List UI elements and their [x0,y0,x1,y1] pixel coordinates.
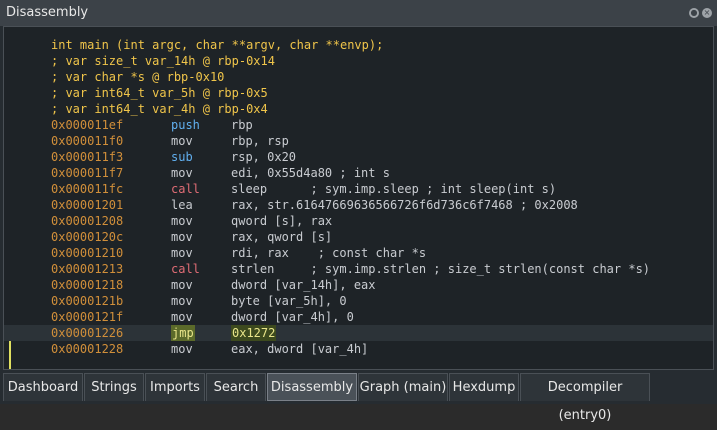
instruction-list: 0x000011ef push rbp 0x000011f0 mov rbp, rsp 0x… [4,117,713,357]
instruction-row[interactable]: 0x00001208 mov qword [s], rax [4,213,713,229]
instruction-address: 0x00001226 [51,326,124,340]
instruction-address: 0x00001228 [51,342,124,356]
var-line: ; var size_t var_14h @ rbp-0x14 [4,53,713,69]
instruction-mnemonic: mov [171,246,193,260]
instruction-mnemonic: push [171,118,200,132]
instruction-row[interactable]: 0x00001213 call strlen ; sym.imp.strlen ; … [4,261,713,277]
tab-disassembly[interactable]: Disassembly [267,373,357,401]
instruction-mnemonic: mov [171,214,193,228]
instruction-operands: rbp, rsp [231,134,289,148]
var-text: ; var int64_t var_4h @ rbp-0x4 [51,102,268,116]
instruction-address: 0x000011f7 [51,166,124,180]
tab-search[interactable]: Search [206,373,266,401]
instruction-row[interactable]: 0x00001226 jmp 0x1272 [4,325,713,341]
var-line: ; var int64_t var_5h @ rbp-0x5 [4,85,713,101]
instruction-address: 0x000011f0 [51,134,124,148]
instruction-row[interactable]: 0x00001228 mov eax, dword [var_4h] [4,341,713,357]
code-view: int main (int argc, char **argv, char **… [4,37,713,357]
instruction-mnemonic: call [171,262,200,276]
instruction-mnemonic: mov [171,278,193,292]
var-text: ; var size_t var_14h @ rbp-0x14 [51,54,275,68]
instruction-row[interactable]: 0x0000121f mov dword [var_4h], 0 [4,309,713,325]
instruction-mnemonic: lea [171,198,193,212]
close-icon[interactable]: × [702,8,712,18]
instruction-row[interactable]: 0x00001218 mov dword [var_14h], eax [4,277,713,293]
instruction-mnemonic: call [171,182,200,196]
instruction-mnemonic: jmp [171,325,195,341]
instruction-operands: 0x1272 [231,325,277,341]
instruction-row[interactable]: 0x000011ef push rbp [4,117,713,133]
instruction-address: 0x000011f3 [51,150,124,164]
titlebar: Disassembly ● × [0,0,717,26]
instruction-operands: edi, 0x55d4a80 ; int s [231,166,390,180]
tab-dashboard[interactable]: Dashboard [3,373,83,401]
instruction-operands: dword [var_4h], 0 [231,310,354,324]
instruction-operands: dword [var_14h], eax [231,278,376,292]
var-line: ; var int64_t var_4h @ rbp-0x4 [4,101,713,117]
instruction-row[interactable]: 0x00001210 mov rdi, rax ; const char *s [4,245,713,261]
instruction-mnemonic: mov [171,342,193,356]
var-line: ; var char *s @ rbp-0x10 [4,69,713,85]
instruction-operands: sleep ; sym.imp.sleep ; int sleep(int s) [231,182,557,196]
instruction-operands: rdi, rax ; const char *s [231,246,427,260]
instruction-row[interactable]: 0x000011fc call sleep ; sym.imp.sleep ; in… [4,181,713,197]
var-text: ; var int64_t var_5h @ rbp-0x5 [51,86,268,100]
signature-text: int main (int argc, char **argv, char **… [51,38,384,52]
instruction-address: 0x0000121f [51,310,124,324]
instruction-operands: rbp [231,118,253,132]
instruction-address: 0x00001201 [51,198,124,212]
tab-hexdump[interactable]: Hexdump [449,373,519,401]
instruction-row[interactable]: 0x000011f3 sub rsp, 0x20 [4,149,713,165]
instruction-mnemonic: mov [171,310,193,324]
instruction-operands: rax, qword [s] [231,230,333,244]
instruction-row[interactable]: 0x000011f7 mov edi, 0x55d4a80 ; int s [4,165,713,181]
disassembly-panel[interactable]: int main (int argc, char **argv, char **… [3,26,714,370]
tab-decompiler-entry0[interactable]: Decompiler (entry0) [520,373,650,423]
tab-strings[interactable]: Strings [84,373,144,401]
instruction-address: 0x00001213 [51,262,124,276]
instruction-row[interactable]: 0x00001201 lea rax, str.61647669636566726f… [4,197,713,213]
instruction-mnemonic: mov [171,230,193,244]
tab-bar: Dashboard Strings Imports Search Disassembly… [0,372,717,423]
instruction-operands: strlen ; sym.imp.strlen ; size_t strlen(… [231,262,651,276]
instruction-mnemonic: mov [171,134,193,148]
instruction-operands: byte [var_5h], 0 [231,294,347,308]
instruction-address: 0x000011fc [51,182,124,196]
instruction-operands: eax, dword [var_4h] [231,342,369,356]
disassembly-window: Disassembly ● × int main (int argc, char… [0,0,717,423]
instruction-row[interactable]: 0x0000120c mov rax, qword [s] [4,229,713,245]
instruction-operands: qword [s], rax [231,214,333,228]
instruction-operands: rsp, 0x20 [231,150,297,164]
window-title: Disassembly [6,5,89,20]
instruction-address: 0x00001208 [51,214,124,228]
tab-graph-main[interactable]: Graph (main) [358,373,448,401]
float-icon[interactable]: ● [689,8,699,18]
tab-imports[interactable]: Imports [145,373,205,401]
instruction-address: 0x00001218 [51,278,124,292]
instruction-mnemonic: mov [171,166,193,180]
instruction-address: 0x0000120c [51,230,124,244]
instruction-operands: rax, str.61647669636566726f6d736c6f7468 … [231,198,578,212]
instruction-mnemonic: sub [171,150,193,164]
instruction-address: 0x0000121b [51,294,124,308]
instruction-row[interactable]: 0x0000121b mov byte [var_5h], 0 [4,293,713,309]
var-text: ; var char *s @ rbp-0x10 [51,70,225,84]
instruction-mnemonic: mov [171,294,193,308]
instruction-address: 0x000011ef [51,118,124,132]
instruction-row[interactable]: 0x000011f0 mov rbp, rsp [4,133,713,149]
instruction-address: 0x00001210 [51,246,124,260]
function-signature: int main (int argc, char **argv, char **… [4,37,713,53]
